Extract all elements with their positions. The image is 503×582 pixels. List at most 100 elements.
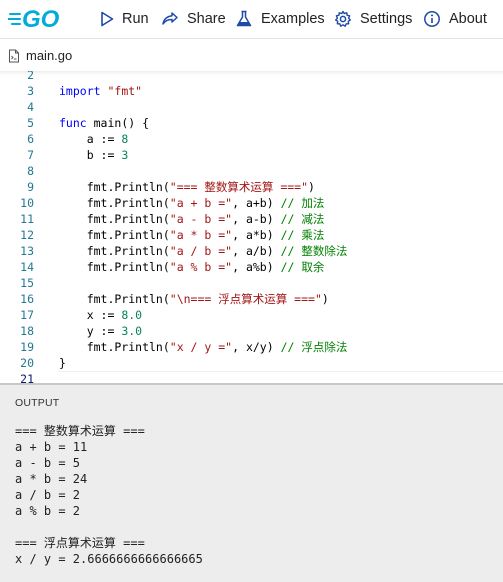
code-token: main() { — [86, 116, 150, 130]
code-token: , a+b) — [232, 196, 281, 210]
line-number: 6 — [27, 132, 34, 146]
file-icon — [9, 49, 19, 62]
code-line[interactable]: 11 fmt.Println("a - b =", a-b) // 减法 — [0, 211, 503, 227]
current-line-highlight — [58, 371, 503, 383]
code-token: , x/y) — [232, 340, 281, 354]
code-line[interactable]: 18 y := 3.0 — [0, 323, 503, 339]
code-text: func main() { — [59, 115, 149, 131]
code-line[interactable]: 13 fmt.Println("a / b =", a/b) // 整数除法 — [0, 243, 503, 259]
share-button[interactable]: Share — [161, 0, 226, 38]
code-line[interactable]: 21 — [0, 371, 503, 383]
code-token: , a/b) — [232, 244, 281, 258]
code-line[interactable]: 2 — [0, 71, 503, 83]
code-line[interactable]: 5 func main() { — [0, 115, 503, 131]
code-token: y := — [59, 324, 122, 338]
code-token: // 加法 — [280, 196, 325, 210]
code-token: b := — [59, 148, 122, 162]
code-text: fmt.Println("\n=== 浮点算术运算 ===") — [59, 291, 329, 307]
code-token: // 取余 — [280, 260, 325, 274]
line-number: 17 — [20, 308, 34, 322]
code-line[interactable]: 8 — [0, 163, 503, 179]
code-line[interactable]: 12 fmt.Println("a * b =", a*b) // 乘法 — [0, 227, 503, 243]
code-line[interactable]: 20} — [0, 355, 503, 371]
code-token: "a * b =" — [169, 228, 233, 242]
code-token: a := — [59, 132, 122, 146]
code-line[interactable]: 9 fmt.Println("=== 整数算术运算 ===") — [0, 179, 503, 195]
code-token: 8.0 — [121, 308, 143, 322]
code-line[interactable]: 6 a := 8 — [0, 131, 503, 147]
code-token: "a % b =" — [169, 260, 233, 274]
code-line[interactable]: 14 fmt.Println("a % b =", a%b) // 取余 — [0, 259, 503, 275]
code-token: "a / b =" — [169, 244, 233, 258]
gear-icon — [335, 10, 351, 27]
code-token: 3 — [121, 148, 129, 162]
code-text: } — [59, 355, 66, 371]
output-line: === 浮点算术运算 === — [15, 536, 145, 550]
line-number: 12 — [20, 228, 34, 242]
code-token: , a-b) — [232, 212, 281, 226]
share-icon — [162, 12, 178, 25]
share-label: Share — [187, 11, 226, 27]
code-editor[interactable]: 2 3 import "fmt" 4 5 func main() {6 a := 87 b… — [0, 71, 503, 383]
code-token: 8 — [121, 132, 129, 146]
go-logo-text: GO — [22, 6, 60, 32]
line-number: 2 — [27, 71, 34, 82]
examples-button[interactable]: Examples — [235, 0, 325, 38]
line-number: 19 — [20, 340, 34, 354]
line-number: 20 — [20, 356, 34, 370]
code-line[interactable]: 16 fmt.Println("\n=== 浮点算术运算 ===") — [0, 291, 503, 307]
code-token: fmt.Println( — [59, 196, 170, 210]
output-line: a * b = 24 — [15, 472, 88, 486]
line-number: 10 — [20, 196, 34, 210]
code-line[interactable]: 4 — [0, 99, 503, 115]
code-text: a := 8 — [59, 131, 129, 147]
code-token: "x / y =" — [169, 340, 233, 354]
code-token: ) — [321, 292, 329, 306]
line-number: 5 — [27, 116, 34, 130]
code-token: ) — [308, 180, 315, 194]
code-line[interactable]: 10 fmt.Println("a + b =", a+b) // 加法 — [0, 195, 503, 211]
line-number: 18 — [20, 324, 34, 338]
code-text: fmt.Println("x / y =", x/y) // 浮点除法 — [59, 339, 348, 355]
code-text: y := 3.0 — [59, 323, 142, 339]
run-button[interactable]: Run — [100, 0, 149, 38]
code-token: fmt.Println( — [59, 228, 170, 242]
tab-filename: main.go — [26, 48, 73, 63]
code-line[interactable]: 3 import "fmt" — [0, 83, 503, 99]
code-text: fmt.Println("a + b =", a+b) // 加法 — [59, 195, 325, 211]
code-token: "\n=== 浮点算术运算 ===" — [169, 292, 322, 306]
top-toolbar: GO Run Share Examples Settings About — [0, 0, 503, 38]
code-token: fmt.Println( — [59, 244, 170, 258]
code-line[interactable]: 19 fmt.Println("x / y =", x/y) // 浮点除法 — [0, 339, 503, 355]
line-number: 8 — [27, 164, 34, 178]
flask-icon — [236, 10, 252, 27]
output-line: === 整数算术运算 === — [15, 424, 145, 438]
code-line[interactable]: 15 — [0, 275, 503, 291]
line-number: 13 — [20, 244, 34, 258]
line-number: 7 — [27, 148, 34, 162]
output-panel: OUTPUT === 整数算术运算 === a + b = 11 a - b = 5… — [0, 383, 503, 582]
code-token: // 浮点除法 — [280, 340, 348, 354]
info-icon — [424, 11, 440, 27]
output-label: OUTPUT — [15, 397, 60, 409]
code-text: x := 8.0 — [59, 307, 142, 323]
code-token: , a*b) — [232, 228, 281, 242]
output-line: a % b = 2 — [15, 504, 81, 518]
code-text: b := 3 — [59, 147, 129, 163]
go-logo[interactable]: GO — [7, 6, 70, 33]
line-number: 16 — [20, 292, 34, 306]
code-token: "a + b =" — [169, 196, 233, 210]
code-token: "fmt" — [107, 84, 143, 98]
tab-main-go[interactable]: main.go — [0, 39, 80, 74]
code-token: "=== 整数算术运算 ===" — [169, 180, 309, 194]
about-button[interactable]: About — [423, 0, 487, 38]
code-token: , a%b) — [232, 260, 281, 274]
code-token: fmt.Println( — [59, 340, 170, 354]
output-line: a - b = 5 — [15, 456, 81, 470]
code-text: fmt.Println("a % b =", a%b) // 取余 — [59, 259, 325, 275]
settings-button[interactable]: Settings — [334, 0, 412, 38]
settings-label: Settings — [360, 11, 413, 27]
code-token: "a - b =" — [169, 212, 233, 226]
code-line[interactable]: 17 x := 8.0 — [0, 307, 503, 323]
code-line[interactable]: 7 b := 3 — [0, 147, 503, 163]
